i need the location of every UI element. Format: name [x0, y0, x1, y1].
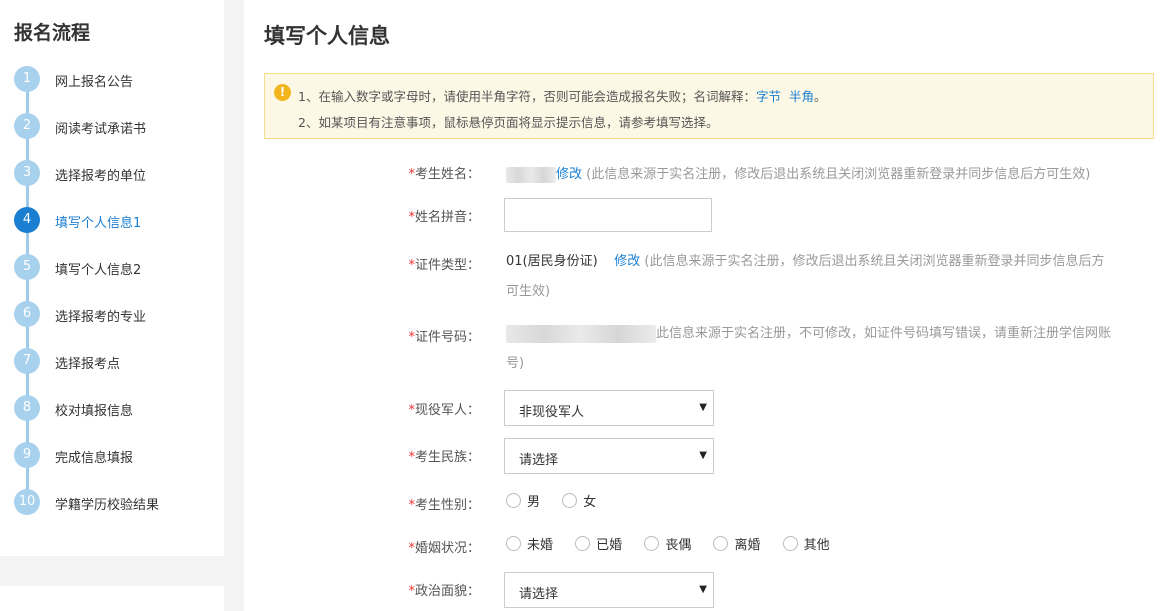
- step-item-4[interactable]: 4 填写个人信息1: [0, 205, 224, 235]
- step-item-3[interactable]: 3 选择报考的单位: [0, 158, 224, 188]
- id-number-value: 此信息来源于实名注册，不可修改，如证件号码填写错误，请重新注册学信网账 号): [506, 319, 1156, 379]
- step-label: 网上报名公告: [55, 75, 134, 90]
- redacted-name: [506, 166, 556, 183]
- gender-female-radio[interactable]: 女: [562, 491, 596, 510]
- step-label: 选择报考点: [55, 357, 121, 372]
- gender-male-radio[interactable]: 男: [506, 491, 540, 510]
- step-label: 填写个人信息1: [55, 216, 142, 231]
- step-number-badge: 5: [14, 254, 40, 280]
- step-connector-line: [26, 80, 29, 500]
- link-byte[interactable]: 字节: [756, 89, 781, 104]
- marital-divorced-radio[interactable]: 离婚: [713, 534, 760, 553]
- step-item-2[interactable]: 2 阅读考试承诺书: [0, 111, 224, 141]
- id-type-label: *证件类型：: [408, 258, 480, 273]
- sidebar-footer-panel: [0, 586, 224, 611]
- name-hint: (此信息来源于实名注册，修改后退出系统且关闭浏览器重新登录并同步信息后方可生效): [586, 167, 1091, 182]
- step-number-badge: 1: [14, 66, 40, 92]
- step-number-badge: 2: [14, 113, 40, 139]
- marital-unmarried-radio[interactable]: 未婚: [506, 534, 553, 553]
- gender-label: *考生性别：: [408, 498, 480, 513]
- military-selected: 非现役军人: [519, 405, 585, 420]
- redacted-id-number: [506, 324, 656, 343]
- pinyin-input[interactable]: [504, 198, 712, 232]
- step-number-badge: 6: [14, 301, 40, 327]
- step-label: 完成信息填报: [55, 451, 134, 466]
- notice-text-1: 1、在输入数字或字母时，请使用半角字符，否则可能会造成报名失败；名词解释：: [298, 89, 756, 104]
- marital-label: *婚姻状况：: [408, 541, 480, 556]
- id-type-text: 01(居民身份证): [506, 254, 598, 269]
- step-label: 校对填报信息: [55, 404, 134, 419]
- political-selected: 请选择: [519, 587, 559, 602]
- step-item-7[interactable]: 7 选择报考点: [0, 346, 224, 376]
- id-type-edit-link[interactable]: 修改: [614, 254, 640, 269]
- marital-radio-group: 未婚 已婚 丧偶 离婚 其他: [506, 534, 848, 554]
- id-type-value: 01(居民身份证) 修改 (此信息来源于实名注册，修改后退出系统且关闭浏览器重新…: [506, 247, 1156, 307]
- step-label: 选择报考的专业: [55, 310, 147, 325]
- step-number-badge: 7: [14, 348, 40, 374]
- marital-other-radio[interactable]: 其他: [782, 534, 830, 553]
- step-number-badge: 9: [14, 442, 40, 468]
- ethnicity-select[interactable]: 请选择 ▼: [504, 438, 714, 474]
- sidebar-title: 报名流程: [14, 22, 91, 44]
- name-label: *考生姓名：: [408, 167, 480, 182]
- political-select[interactable]: 请选择 ▼: [504, 572, 714, 608]
- id-number-hint-2: 号): [506, 356, 525, 371]
- marital-married-radio[interactable]: 已婚: [575, 534, 622, 553]
- ethnicity-selected: 请选择: [519, 453, 559, 468]
- step-item-6[interactable]: 6 选择报考的专业: [0, 299, 224, 329]
- name-value: 修改 (此信息来源于实名注册，修改后退出系统且关闭浏览器重新登录并同步信息后方可…: [506, 163, 1090, 183]
- step-number-badge: 8: [14, 395, 40, 421]
- notice-box: ! 1、在输入数字或字母时，请使用半角字符，否则可能会造成报名失败；名词解释：字…: [264, 73, 1154, 139]
- step-label: 学籍学历校验结果: [55, 498, 160, 513]
- id-type-hint-1: (此信息来源于实名注册，修改后退出系统且关闭浏览器重新登录并同步信息后方: [644, 254, 1105, 269]
- marital-widowed-radio[interactable]: 丧偶: [644, 534, 691, 553]
- dropdown-caret-icon: ▼: [699, 584, 707, 595]
- step-item-9[interactable]: 9 完成信息填报: [0, 440, 224, 470]
- link-halfwidth[interactable]: 半角: [789, 89, 814, 104]
- step-item-5[interactable]: 5 填写个人信息2: [0, 252, 224, 282]
- sidebar: 报名流程 1 网上报名公告 2 阅读考试承诺书 3 选择报考的单位 4 填写个人信息1 5 填写个…: [0, 0, 224, 556]
- military-select[interactable]: 非现役军人 ▼: [504, 390, 714, 426]
- step-number-badge: 3: [14, 160, 40, 186]
- step-item-10[interactable]: 10 学籍学历校验结果: [0, 487, 224, 517]
- step-label: 阅读考试承诺书: [55, 122, 147, 137]
- step-number-badge: 4: [14, 207, 40, 233]
- pinyin-label: *姓名拼音：: [408, 210, 480, 225]
- page-title: 填写个人信息: [264, 24, 390, 48]
- step-item-8[interactable]: 8 校对填报信息: [0, 393, 224, 423]
- step-item-1[interactable]: 1 网上报名公告: [0, 64, 224, 94]
- notice-period: 。: [814, 89, 827, 104]
- military-label: *现役军人：: [408, 403, 480, 418]
- step-label: 选择报考的单位: [55, 169, 147, 184]
- name-edit-link[interactable]: 修改: [556, 167, 582, 182]
- id-number-hint-1: 此信息来源于实名注册，不可修改，如证件号码填写错误，请重新注册学信网账: [656, 326, 1112, 341]
- notice-line-2: 2、如某项目有注意事项，鼠标悬停页面将显示提示信息，请参考填写选择。: [298, 115, 719, 130]
- step-number-badge: 10: [14, 489, 40, 515]
- main-content: 填写个人信息 ! 1、在输入数字或字母时，请使用半角字符，否则可能会造成报名失败…: [244, 0, 1163, 611]
- political-label: *政治面貌：: [408, 584, 480, 599]
- id-number-label: *证件号码：: [408, 330, 480, 345]
- gender-radio-group: 男 女: [506, 491, 614, 511]
- dropdown-caret-icon: ▼: [699, 402, 707, 413]
- step-label: 填写个人信息2: [55, 263, 142, 278]
- notice-line-1: 1、在输入数字或字母时，请使用半角字符，否则可能会造成报名失败；名词解释：字节半…: [298, 86, 827, 105]
- ethnicity-label: *考生民族：: [408, 450, 480, 465]
- warning-icon: !: [274, 84, 291, 101]
- id-type-hint-2: 可生效): [506, 284, 551, 299]
- dropdown-caret-icon: ▼: [699, 450, 707, 461]
